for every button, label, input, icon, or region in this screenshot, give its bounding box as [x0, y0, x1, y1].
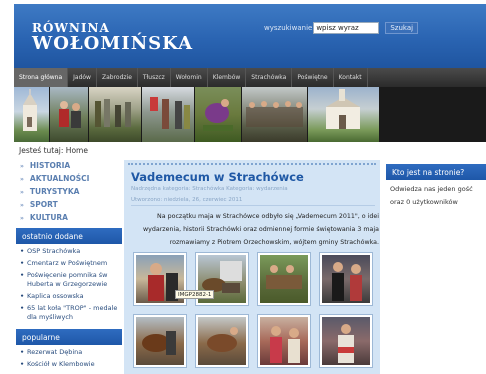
page: { "header": { "logo_line1": "RÓWNINA", "…	[0, 0, 486, 374]
list-item-label: Kaplica ossowska	[27, 292, 84, 300]
list-item[interactable]: • Kaplica ossowska	[20, 292, 122, 301]
search-button[interactable]: Szukaj	[385, 21, 419, 34]
category-aktualnosci[interactable]: » AKTUALNOŚCI	[16, 173, 122, 185]
logo-line-2: WOŁOMIŃSKA	[32, 33, 194, 54]
category-label: AKTUALNOŚCI	[29, 174, 90, 183]
list-item-label: Cmentarz w Poświętnem	[27, 259, 108, 267]
arrow-icon: »	[20, 176, 24, 183]
gallery-image	[260, 255, 308, 303]
list-item[interactable]: • OSP Strachówka	[20, 247, 122, 256]
popular-list: • Rezerwat Dębina • Kościół w Klembowie	[16, 345, 122, 374]
who-online-heading: Kto jest na stronie?	[386, 164, 486, 180]
gallery-image	[322, 255, 370, 303]
article-date: Utworzono: niedziela, 26, czerwiec 2011	[131, 197, 243, 203]
list-item[interactable]: • Poświęcenie pomnika św Huberta w Grzego…	[20, 271, 122, 289]
gathering-photo	[242, 87, 307, 142]
site-logo[interactable]: RÓWNINA WOŁOMIŃSKA	[32, 22, 193, 53]
left-sidebar: » HISTORIA » AKTUALNOŚCI » TURYSTYKA » SPORT…	[16, 160, 122, 374]
nav-item-home[interactable]: Strona główna	[14, 68, 69, 87]
nav-item-strachowka[interactable]: Strachówka	[246, 68, 293, 87]
recent-heading: ostatnio dodane	[16, 228, 122, 244]
list-item-label: Kościół w Klembowie	[27, 360, 95, 368]
volunteer-photo	[195, 87, 241, 142]
category-label: SPORT	[29, 200, 58, 209]
image-tooltip: IMGP2882-1	[175, 290, 215, 299]
list-item[interactable]: • Kościół w Klembowie	[20, 360, 122, 369]
bullet-icon: •	[20, 304, 25, 312]
gallery-image	[136, 317, 184, 365]
bullet-icon: •	[20, 271, 25, 279]
article: Vademecum w Strachówce Nadrzędna kategor…	[124, 160, 380, 374]
gallery-image	[198, 317, 246, 365]
people-photo	[50, 87, 88, 142]
category-kultura[interactable]: » KULTURA	[16, 212, 122, 224]
gallery-thumb[interactable]	[195, 314, 249, 368]
category-label: HISTORIA	[29, 161, 71, 170]
nav-item-kontakt[interactable]: Kontakt	[334, 68, 368, 87]
nav-item-jadow[interactable]: Jadów	[68, 68, 97, 87]
gallery-thumb[interactable]	[133, 314, 187, 368]
bullet-icon: •	[20, 259, 25, 267]
divider	[131, 205, 375, 206]
category-turystyka[interactable]: » TURYSTYKA	[16, 186, 122, 198]
gallery-thumb[interactable]	[319, 314, 373, 368]
gallery-thumb[interactable]	[257, 314, 311, 368]
main-nav: Strona główna Jadów Zabrodzie Tłuszcz Wo…	[14, 68, 486, 87]
gallery-thumb[interactable]	[257, 252, 311, 306]
dotted-divider	[128, 163, 376, 165]
arrow-icon: »	[20, 189, 24, 196]
nav-item-wolomin[interactable]: Wołomin	[171, 68, 208, 87]
category-label: KULTURA	[29, 213, 68, 222]
bullet-icon: •	[20, 292, 25, 300]
list-item-label: OSP Strachówka	[27, 247, 81, 255]
who-online-text: Odwiedza nas jeden gość oraz 0 użytkowni…	[390, 185, 473, 206]
list-item[interactable]: • Cmentarz w Poświętnem	[20, 259, 122, 268]
list-item-label: Rezerwat Dębina	[27, 348, 83, 356]
category-historia[interactable]: » HISTORIA	[16, 160, 122, 172]
category-label: TURYSTYKA	[29, 187, 80, 196]
nav-item-poswietne[interactable]: Poświętne	[292, 68, 334, 87]
gallery-thumb[interactable]	[319, 252, 373, 306]
breadcrumb: Jesteś tutaj: Home	[19, 146, 88, 155]
nav-item-tluszcz[interactable]: Tłuszcz	[138, 68, 171, 87]
gallery-image	[322, 317, 370, 365]
search-label: wyszukiwanie	[264, 23, 313, 32]
right-sidebar: Kto jest na stronie? Odwiedza nas jeden …	[386, 164, 486, 212]
bullet-icon: •	[20, 348, 25, 356]
site-header: RÓWNINA WOŁOMIŃSKA wyszukiwanie Szukaj	[14, 4, 486, 68]
nav-item-zabrodzie[interactable]: Zabrodzie	[97, 68, 138, 87]
article-title[interactable]: Vademecum w Strachówce	[131, 170, 304, 184]
search-input[interactable]	[313, 21, 380, 34]
article-category: Nadrzędna kategoria: Strachówka Kategori…	[131, 186, 288, 192]
crowd-photo	[89, 87, 141, 142]
list-item-label: Poświęcenie pomnika św Huberta w Grzegor…	[27, 271, 108, 288]
arrow-icon: »	[20, 202, 24, 209]
bullet-icon: •	[20, 247, 25, 255]
nav-item-klembow[interactable]: Klembów	[208, 68, 247, 87]
arrow-icon: »	[20, 163, 24, 170]
recent-list: • OSP Strachówka • Cmentarz w Poświętnem •…	[16, 244, 122, 327]
chapel-photo	[308, 87, 379, 142]
search-form: wyszukiwanie Szukaj	[264, 21, 419, 34]
procession-photo	[142, 87, 194, 142]
popular-heading: popularne	[16, 329, 122, 345]
article-body: Na początku maja w Strachówce odbyło się…	[142, 213, 379, 246]
gallery-image	[260, 317, 308, 365]
list-item-label: 65 lat koła "TROP" - medale dla myśliwyc…	[27, 304, 118, 321]
church-photo	[14, 87, 49, 142]
arrow-icon: »	[20, 215, 24, 222]
header-photo-strip	[14, 87, 486, 142]
list-item[interactable]: • 65 lat koła "TROP" - medale dla myśliwy…	[20, 304, 122, 322]
category-sport[interactable]: » SPORT	[16, 199, 122, 211]
list-item[interactable]: • Rezerwat Dębina	[20, 348, 122, 357]
bullet-icon: •	[20, 360, 25, 368]
